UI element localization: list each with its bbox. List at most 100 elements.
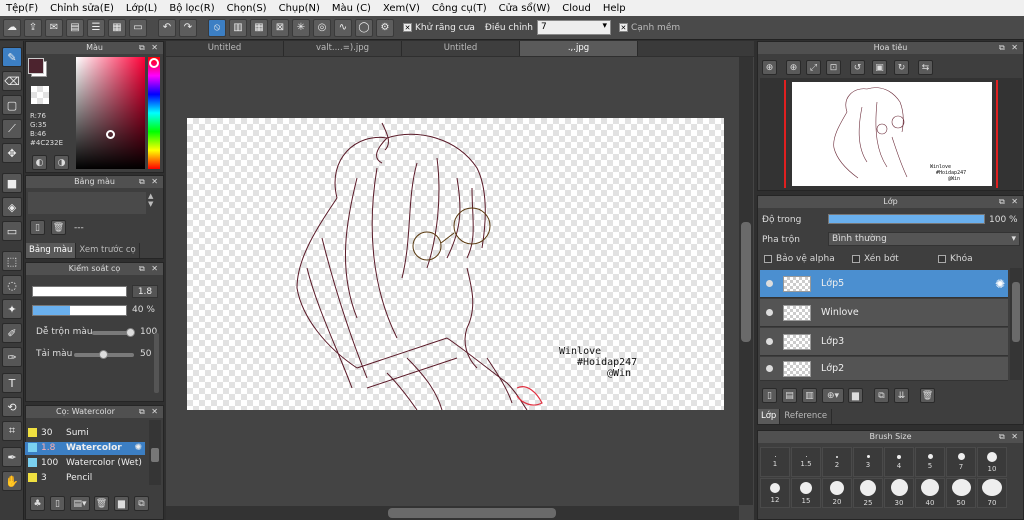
brush-size-cell[interactable]: 15 [791, 478, 821, 508]
brush-size-cell[interactable]: 1.5 [791, 447, 821, 477]
layer-blend-select[interactable]: Bình thường ▾ [828, 232, 1020, 246]
layer-row-winlove[interactable]: Winlove [760, 299, 1008, 327]
brush-size-cell[interactable]: 1 [760, 447, 790, 477]
brush-row-watercolor[interactable]: 1.8 Watercolor ✺ [25, 442, 145, 455]
canvas-area[interactable]: Winlove #Hoidap247 @Win [166, 57, 754, 520]
palette-icon[interactable]: ◐ [32, 155, 47, 170]
rotate-right-icon[interactable]: ↻ [894, 60, 909, 75]
hand-tool-icon[interactable]: ✋ [2, 471, 22, 491]
blend-slider[interactable] [92, 328, 135, 337]
visibility-icon[interactable] [766, 280, 773, 287]
page-icon[interactable]: ▤ [66, 18, 84, 37]
brush-folder-icon[interactable]: ▆ [114, 496, 129, 511]
brush-size-cell[interactable]: 25 [853, 478, 883, 508]
doc-tab-untitled-1[interactable]: Untitled [166, 41, 284, 56]
menu-file[interactable]: Tệp(F) [0, 3, 44, 14]
palette-area[interactable] [28, 192, 146, 214]
tab-layer[interactable]: Lớp [758, 409, 781, 424]
trash-icon[interactable]: 🗑 [51, 220, 66, 235]
primary-color-swatch[interactable] [28, 58, 44, 74]
size-bar[interactable] [32, 286, 127, 297]
cloud-icon[interactable]: ☁ [3, 18, 21, 37]
menu-window[interactable]: Cửa sổ(W) [493, 3, 557, 14]
redo-icon[interactable]: ↷ [179, 18, 197, 37]
tab-reference[interactable]: Reference [780, 409, 833, 424]
new-page-icon[interactable]: ▯ [30, 220, 45, 235]
brush-size-cell[interactable]: 3 [853, 447, 883, 477]
menu-view[interactable]: Xem(V) [377, 3, 426, 14]
select-tool-icon[interactable]: ⬚ [2, 251, 22, 271]
eraser-tool-icon[interactable]: ⌫ [2, 71, 22, 91]
flip-icon[interactable]: ⇆ [918, 60, 933, 75]
doc-tab-valt[interactable]: valt....=).jpg [284, 41, 402, 56]
lock-option[interactable]: Khóa [938, 254, 973, 264]
horizontal-scrollbar[interactable] [166, 506, 739, 520]
line-tool-icon[interactable]: ⟋ [2, 119, 22, 139]
chat-icon[interactable]: ✉ [45, 18, 63, 37]
menu-edit[interactable]: Chỉnh sửa(E) [44, 3, 120, 14]
fill-rect-tool-icon[interactable]: ■ [2, 173, 22, 193]
antialias-checkbox[interactable]: ✕ [403, 23, 412, 32]
rotate-left-icon[interactable]: ↺ [850, 60, 865, 75]
layer-row-3[interactable]: Lớp3 [760, 328, 1008, 356]
magic-wand-tool-icon[interactable]: ✦ [2, 299, 22, 319]
bucket-tool-icon[interactable]: ◈ [2, 197, 22, 217]
actual-size-icon[interactable]: ⊡ [826, 60, 841, 75]
monitor-icon[interactable]: ▭ [129, 18, 147, 37]
protect-alpha-option[interactable]: Bảo vệ alpha [764, 254, 835, 264]
snap-ellipse-icon[interactable]: ◯ [355, 18, 373, 37]
snap-curve-icon[interactable]: ∿ [334, 18, 352, 37]
doc-tab-jpg[interactable]: .,.jpg [520, 41, 638, 56]
edge-checkbox[interactable]: ✕ [618, 23, 628, 32]
hue-slider[interactable] [148, 57, 160, 169]
eyedropper-tool-icon[interactable]: ✒ [2, 447, 22, 467]
brush-size-cell[interactable]: 20 [822, 478, 852, 508]
layer-delete-icon[interactable]: 🗑 [920, 388, 935, 403]
menu-layer[interactable]: Lớp(L) [120, 3, 163, 14]
layer-add-menu-icon[interactable]: ⊕▾ [822, 388, 844, 403]
operation-tool-icon[interactable]: ⟲ [2, 397, 22, 417]
divide-tool-icon[interactable]: ⌗ [2, 421, 22, 441]
zoom-in-icon[interactable]: ⊕ [762, 60, 777, 75]
fit-icon[interactable]: ⤢ [806, 60, 821, 75]
opacity-bar[interactable] [32, 305, 127, 316]
brush-row-pencil[interactable]: 3 Pencil [25, 472, 145, 485]
menu-capture[interactable]: Chụp(N) [273, 3, 326, 14]
brush-row-sumi[interactable]: 30 Sumi [25, 427, 145, 440]
layer-row-2[interactable]: Lớp2 [760, 357, 1008, 381]
brush-control-scrollbar[interactable] [154, 333, 159, 393]
brush-delete-icon[interactable]: 🗑 [94, 496, 109, 511]
menu-help[interactable]: Help [597, 3, 632, 14]
tab-palette[interactable]: Bảng màu [26, 243, 77, 258]
brush-size-cell[interactable]: 5 [915, 447, 945, 477]
snap-radial-icon[interactable]: ✳ [292, 18, 310, 37]
lasso-tool-icon[interactable]: ◌ [2, 275, 22, 295]
menu-select[interactable]: Chọn(S) [221, 3, 273, 14]
palette-scroll[interactable]: ▲ ▼ [148, 192, 153, 208]
palette-menu-icon[interactable]: ◑ [54, 155, 69, 170]
brush-list-scrollbar[interactable] [149, 420, 161, 485]
picker-cursor[interactable] [106, 130, 115, 139]
menu-tools[interactable]: Công cụ(T) [426, 3, 493, 14]
rect-select-tool-icon[interactable]: ▢ [2, 95, 22, 115]
brush-size-cell[interactable]: 2 [822, 447, 852, 477]
move-tool-icon[interactable]: ✥ [2, 143, 22, 163]
paint-knob[interactable] [99, 350, 108, 359]
menu-cloud[interactable]: Cloud [556, 3, 597, 14]
select-pen-tool-icon[interactable]: ✐ [2, 323, 22, 343]
vertical-scrollbar[interactable] [739, 57, 753, 505]
layer-merge-icon[interactable]: ⇊ [894, 388, 909, 403]
hue-cursor[interactable] [149, 58, 159, 68]
layer-opacity-bar[interactable] [828, 214, 985, 224]
undo-icon[interactable]: ↶ [158, 18, 176, 37]
brush-size-cell[interactable]: 7 [946, 447, 976, 477]
brush-row-watercolor-wet[interactable]: 100 Watercolor (Wet) [25, 457, 145, 470]
paint-slider[interactable] [74, 350, 134, 359]
layer-duplicate-icon[interactable]: ⧉ [874, 388, 889, 403]
reset-view-icon[interactable]: ▣ [872, 60, 887, 75]
export-icon[interactable]: ⇪ [24, 18, 42, 37]
layer-folder-icon[interactable]: ▆ [848, 388, 863, 403]
new-halftone-layer-icon[interactable]: ▤ [782, 388, 797, 403]
brush-size-cell[interactable]: 40 [915, 478, 945, 508]
gradient-tool-icon[interactable]: ▭ [2, 221, 22, 241]
